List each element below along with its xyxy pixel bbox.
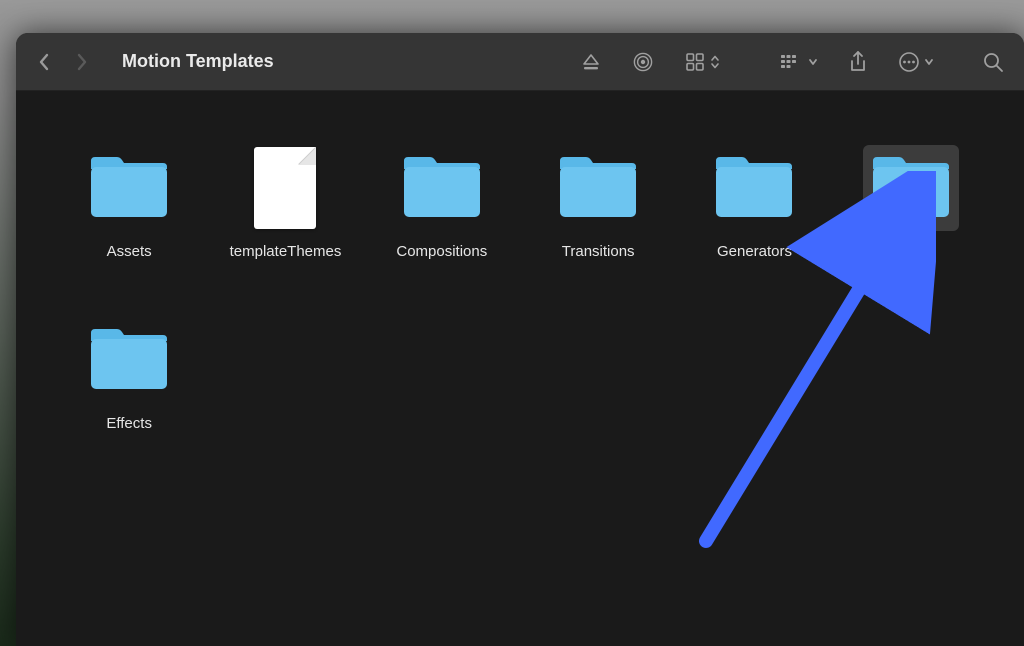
- folder-icon-box: [81, 317, 177, 403]
- folder-icon: [87, 327, 171, 393]
- folder-icon: [400, 155, 484, 221]
- item-label: Compositions: [388, 241, 495, 262]
- item-label: Generators: [709, 241, 800, 262]
- ellipsis-circle-icon: [898, 51, 920, 73]
- content-area[interactable]: Assets templateThemes Compositions Transi…: [16, 91, 1024, 646]
- folder-icon-box: [81, 145, 177, 231]
- updown-icon: [710, 54, 720, 70]
- toolbar: Motion Templates: [16, 33, 1024, 91]
- group-icon: [780, 53, 804, 71]
- airdrop-icon: [632, 51, 654, 73]
- share-icon: [848, 50, 868, 74]
- document-icon: [254, 147, 316, 229]
- forward-button[interactable]: [74, 54, 90, 70]
- grid-icon: [684, 51, 706, 73]
- share-button[interactable]: [848, 50, 868, 74]
- item-label: Titles: [885, 241, 936, 262]
- file-item-transitions[interactable]: Transitions: [525, 139, 671, 301]
- back-button[interactable]: [36, 54, 52, 70]
- folder-icon-box: [706, 145, 802, 231]
- file-item-generators[interactable]: Generators: [681, 139, 827, 301]
- action-menu-button[interactable]: [898, 51, 934, 73]
- eject-icon: [580, 51, 602, 73]
- airdrop-button[interactable]: [632, 51, 654, 73]
- finder-window: Motion Templates: [16, 33, 1024, 646]
- chevron-down-icon: [924, 55, 934, 69]
- item-label: Assets: [99, 241, 160, 262]
- file-item-assets[interactable]: Assets: [56, 139, 202, 301]
- file-icon-box: [237, 145, 333, 231]
- folder-icon-box: [863, 145, 959, 231]
- file-item-titles[interactable]: Titles: [838, 139, 984, 301]
- item-label: templateThemes: [222, 241, 350, 262]
- file-item-templatethemes[interactable]: templateThemes: [212, 139, 358, 301]
- eject-button[interactable]: [580, 51, 602, 73]
- item-label: Transitions: [554, 241, 643, 262]
- view-options-button[interactable]: [684, 51, 720, 73]
- group-button[interactable]: [780, 53, 818, 71]
- folder-icon: [712, 155, 796, 221]
- toolbar-center-group: [580, 51, 720, 73]
- file-item-compositions[interactable]: Compositions: [369, 139, 515, 301]
- folder-icon: [869, 155, 953, 221]
- toolbar-right-group: [780, 50, 1004, 74]
- item-label: Effects: [98, 413, 160, 434]
- chevron-right-icon: [76, 53, 88, 71]
- chevron-left-icon: [38, 53, 50, 71]
- folder-icon-box: [550, 145, 646, 231]
- folder-icon-box: [394, 145, 490, 231]
- search-icon: [982, 51, 1004, 73]
- folder-icon: [556, 155, 640, 221]
- window-title: Motion Templates: [122, 51, 274, 72]
- file-item-effects[interactable]: Effects: [56, 311, 202, 473]
- folder-icon: [87, 155, 171, 221]
- chevron-down-icon: [808, 55, 818, 69]
- navigation-group: [36, 54, 90, 70]
- search-button[interactable]: [982, 51, 1004, 73]
